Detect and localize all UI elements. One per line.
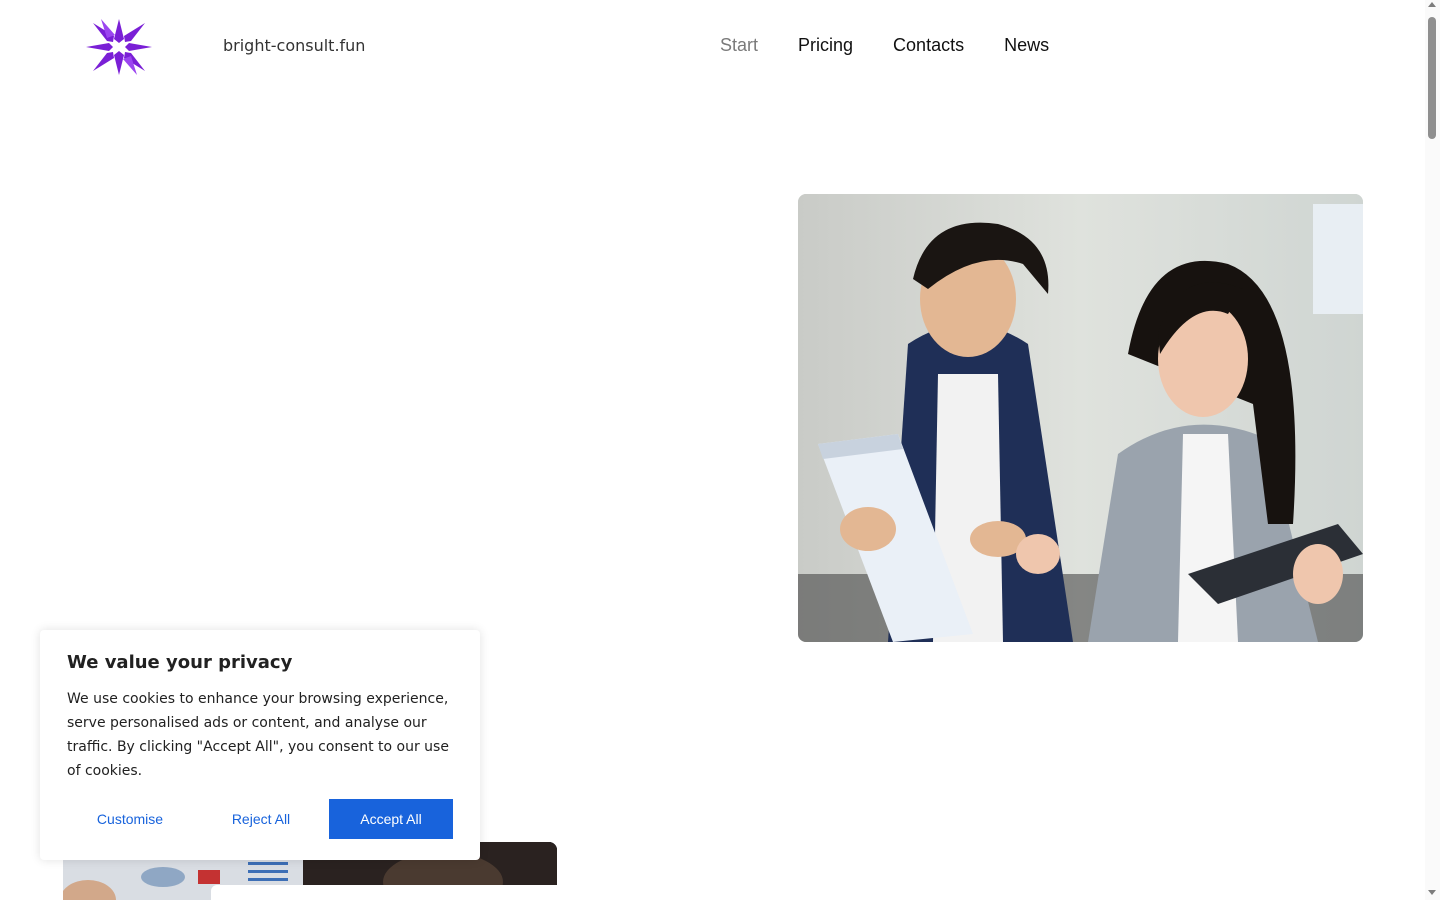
nav-item-start[interactable]: Start (720, 35, 758, 56)
vertical-scrollbar[interactable] (1425, 0, 1440, 900)
main-nav: Start Pricing Contacts News (720, 35, 1049, 56)
site-logo-icon[interactable] (85, 18, 153, 76)
nav-item-pricing[interactable]: Pricing (798, 35, 853, 56)
scrollbar-thumb[interactable] (1428, 17, 1436, 139)
customise-button[interactable]: Customise (67, 799, 193, 839)
site-name[interactable]: bright-consult.fun (223, 36, 365, 55)
cookie-text: We use cookies to enhance your browsing … (67, 691, 449, 779)
cookie-title: We value your privacy (67, 652, 293, 673)
content-card (211, 885, 557, 900)
accept-all-button[interactable]: Accept All (329, 799, 453, 839)
cookie-buttons: Customise Reject All Accept All (67, 799, 453, 839)
nav-item-contacts[interactable]: Contacts (893, 35, 964, 56)
reject-all-button[interactable]: Reject All (193, 799, 329, 839)
cookie-consent-banner: We value your privacy We use cookies to … (40, 630, 480, 860)
scroll-down-icon[interactable] (1428, 890, 1436, 895)
hero-image (798, 194, 1363, 642)
scroll-up-icon[interactable] (1428, 2, 1436, 7)
nav-item-news[interactable]: News (1004, 35, 1049, 56)
